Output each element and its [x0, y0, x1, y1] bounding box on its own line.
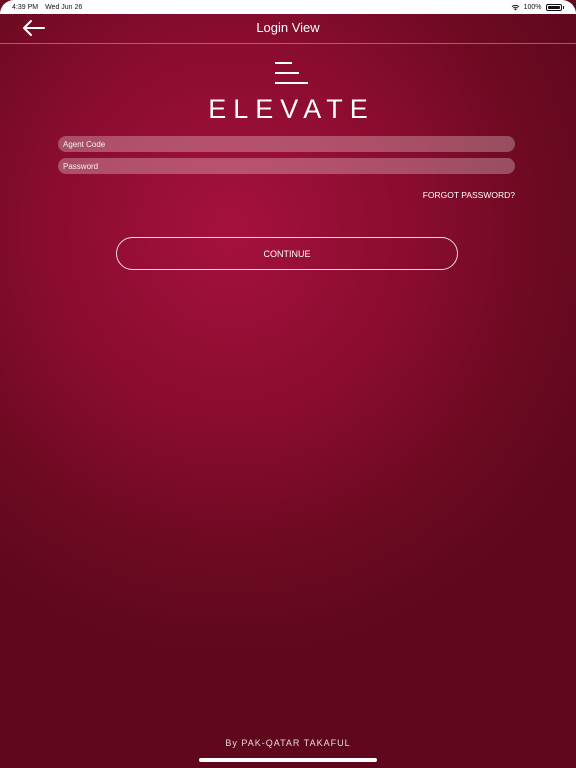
status-bar: 4:39 PM Wed Jun 26 100% [0, 0, 576, 14]
status-date: Wed Jun 26 [45, 3, 83, 11]
continue-button[interactable]: CONTINUE [116, 237, 458, 270]
battery-icon [545, 3, 562, 11]
logo-line-top [275, 62, 292, 64]
navigation-bar: Login View [0, 14, 576, 44]
wifi-icon [511, 4, 519, 10]
home-indicator [199, 758, 377, 762]
battery-tip [562, 5, 564, 9]
elevate-lines-logo [275, 62, 309, 86]
status-right: 100% [511, 3, 564, 11]
agent-code-input[interactable] [58, 136, 515, 152]
brand-name: ELEVATE [208, 94, 375, 124]
status-left: 4:39 PM Wed Jun 26 [12, 4, 82, 11]
login-screen: 4:39 PM Wed Jun 26 100% Login View ELEVA… [0, 0, 576, 768]
forgot-password-link[interactable]: FORGOT PASSWORD? [423, 190, 515, 200]
status-time: 4:39 PM [12, 3, 39, 11]
footer-company: By PAK-QATAR TAKAFUL [225, 738, 351, 748]
logo-line-middle [275, 72, 299, 74]
page-title: Login View [256, 20, 320, 35]
battery-percent: 100% [523, 3, 542, 11]
password-input[interactable] [58, 158, 515, 174]
logo-line-bottom [275, 82, 308, 84]
